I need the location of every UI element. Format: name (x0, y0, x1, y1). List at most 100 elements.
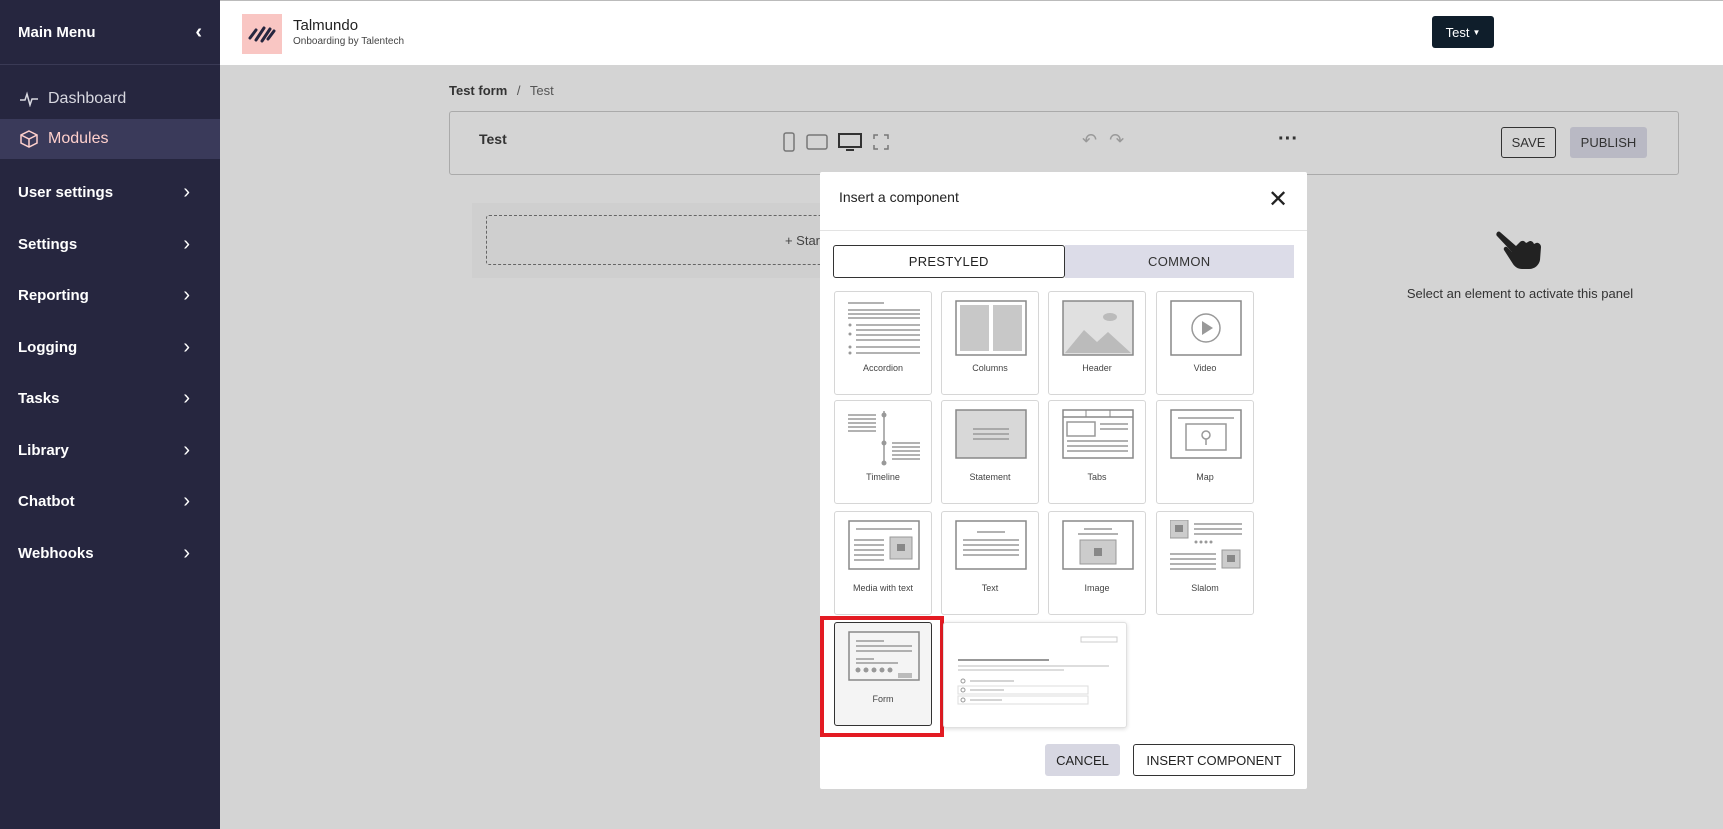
activity-icon (18, 91, 40, 107)
component-card-slalom[interactable]: Slalom (1156, 511, 1254, 615)
publish-button[interactable]: PUBLISH (1570, 127, 1647, 158)
slalom-icon (1170, 520, 1242, 570)
env-button-label: Test (1445, 24, 1470, 40)
environment-dropdown-button[interactable]: Test ▼ (1432, 16, 1494, 48)
component-card-accordion[interactable]: Accordion (834, 291, 932, 395)
sidebar-item-chatbot[interactable]: Chatbot › (0, 476, 220, 528)
sidebar-header: Main Menu ‹ (0, 0, 220, 64)
component-card-label: Header (1082, 363, 1112, 373)
sidebar-item-label: Reporting (18, 287, 89, 305)
component-card-label: Statement (969, 472, 1011, 482)
collapse-chevron-left-icon[interactable]: ‹ (195, 21, 202, 44)
desktop-view-icon[interactable] (838, 132, 862, 152)
sidebar-item-label: Library (18, 441, 69, 459)
tablet-view-icon[interactable] (806, 132, 828, 152)
sidebar-item-label: Webhooks (18, 544, 94, 562)
breadcrumb-current: Test (529, 83, 554, 98)
talmundo-logo (242, 14, 282, 54)
sidebar-item-logging[interactable]: Logging › (0, 322, 220, 374)
redo-icon[interactable]: ↷ (1109, 130, 1124, 151)
insert-component-button[interactable]: INSERT COMPONENT (1133, 744, 1295, 776)
form-component-preview (943, 622, 1127, 728)
breadcrumb: Test form / Test (449, 83, 554, 98)
statement-icon (955, 409, 1027, 459)
tabs-icon (1062, 409, 1134, 459)
editor-title: Test (479, 131, 507, 147)
component-card-map[interactable]: Map (1156, 400, 1254, 504)
component-card-label: Tabs (1087, 472, 1107, 482)
sidebar-item-label: Tasks (18, 390, 60, 408)
sidebar-link-modules[interactable]: Modules (0, 119, 220, 159)
component-card-video[interactable]: Video (1156, 291, 1254, 395)
sidebar-item-settings[interactable]: Settings › (0, 219, 220, 271)
component-card-label: Slalom (1191, 583, 1219, 593)
image-icon (1062, 520, 1134, 570)
modal-title: Insert a component (839, 189, 959, 205)
tab-common[interactable]: COMMON (1064, 245, 1294, 278)
video-play-icon (1170, 300, 1242, 356)
columns-icon (955, 300, 1027, 356)
sidebar-link-label: Modules (48, 130, 109, 147)
start-add-component-dropzone[interactable]: + Star (486, 215, 826, 265)
component-card-label: Accordion (862, 363, 904, 373)
component-card-tabs[interactable]: Tabs (1048, 400, 1146, 504)
chevron-right-icon: › (183, 438, 190, 461)
selection-highlight-box (820, 616, 944, 737)
mobile-view-icon[interactable] (782, 132, 796, 152)
timeline-icon (848, 411, 920, 466)
chevron-right-icon: › (183, 181, 190, 204)
sidebar-link-dashboard[interactable]: Dashboard (0, 79, 220, 119)
chevron-right-icon: › (183, 284, 190, 307)
more-options-icon[interactable]: ··· (1278, 128, 1298, 151)
undo-redo-group: ↶ ↷ (1082, 130, 1124, 151)
fullscreen-icon[interactable] (872, 132, 890, 152)
component-tabs: PRESTYLED COMMON (833, 245, 1294, 278)
start-label: + Star (784, 232, 820, 248)
component-card-header[interactable]: Header (1048, 291, 1146, 395)
text-icon (955, 520, 1027, 570)
sidebar-link-label: Dashboard (48, 90, 127, 107)
pointer-hand-icon (1390, 228, 1650, 282)
sidebar-item-reporting[interactable]: Reporting › (0, 270, 220, 322)
undo-icon[interactable]: ↶ (1082, 130, 1097, 151)
sidebar-item-library[interactable]: Library › (0, 425, 220, 477)
component-card-label: Image (1084, 583, 1110, 593)
sidebar-item-label: Settings (18, 235, 78, 253)
save-button[interactable]: SAVE (1501, 127, 1556, 158)
component-card-image[interactable]: Image (1048, 511, 1146, 615)
component-card-label: Video (1193, 363, 1217, 373)
properties-panel-hint: Select an element to activate this panel (1406, 286, 1634, 301)
sidebar-item-label: User settings (18, 184, 114, 202)
brand-subtitle: Onboarding by Talentech (293, 36, 405, 47)
breadcrumb-parent[interactable]: Test form (449, 83, 507, 98)
header-image-icon (1062, 300, 1134, 356)
component-card-label: Columns (972, 363, 1008, 373)
tab-prestyled[interactable]: PRESTYLED (833, 245, 1065, 278)
sidebar-item-tasks[interactable]: Tasks › (0, 373, 220, 425)
editor-canvas: + Star (472, 203, 832, 278)
sidebar-title: Main Menu (18, 23, 96, 41)
component-card-media-with-text[interactable]: Media with text (834, 511, 932, 615)
component-card-text[interactable]: Text (941, 511, 1039, 615)
cancel-button[interactable]: CANCEL (1045, 744, 1120, 776)
close-icon[interactable]: ✕ (1268, 188, 1288, 212)
map-pin-icon (1170, 409, 1242, 459)
chevron-right-icon: › (183, 387, 190, 410)
chevron-right-icon: › (183, 232, 190, 255)
chevron-right-icon: › (183, 335, 190, 358)
top-header: Talmundo Onboarding by Talentech Test ▼ (220, 0, 1723, 65)
component-card-columns[interactable]: Columns (941, 291, 1039, 395)
sidebar-item-label: Logging (18, 338, 78, 356)
sidebar-item-webhooks[interactable]: Webhooks › (0, 528, 220, 580)
device-preview-group (782, 132, 890, 152)
modal-divider (820, 230, 1307, 231)
properties-panel: Select an element to activate this panel (1390, 228, 1650, 301)
sidebar: Main Menu ‹ Dashboard Modules User setti… (0, 0, 220, 829)
component-card-timeline[interactable]: Timeline (834, 400, 932, 504)
accordion-icon (848, 302, 920, 355)
brand-name: Talmundo (293, 17, 359, 34)
editor-toolbar: Test ↶ ↷ ··· SAVE PUBLISH (449, 111, 1679, 175)
chevron-right-icon: › (183, 490, 190, 513)
sidebar-item-user-settings[interactable]: User settings › (0, 167, 220, 219)
component-card-statement[interactable]: Statement (941, 400, 1039, 504)
